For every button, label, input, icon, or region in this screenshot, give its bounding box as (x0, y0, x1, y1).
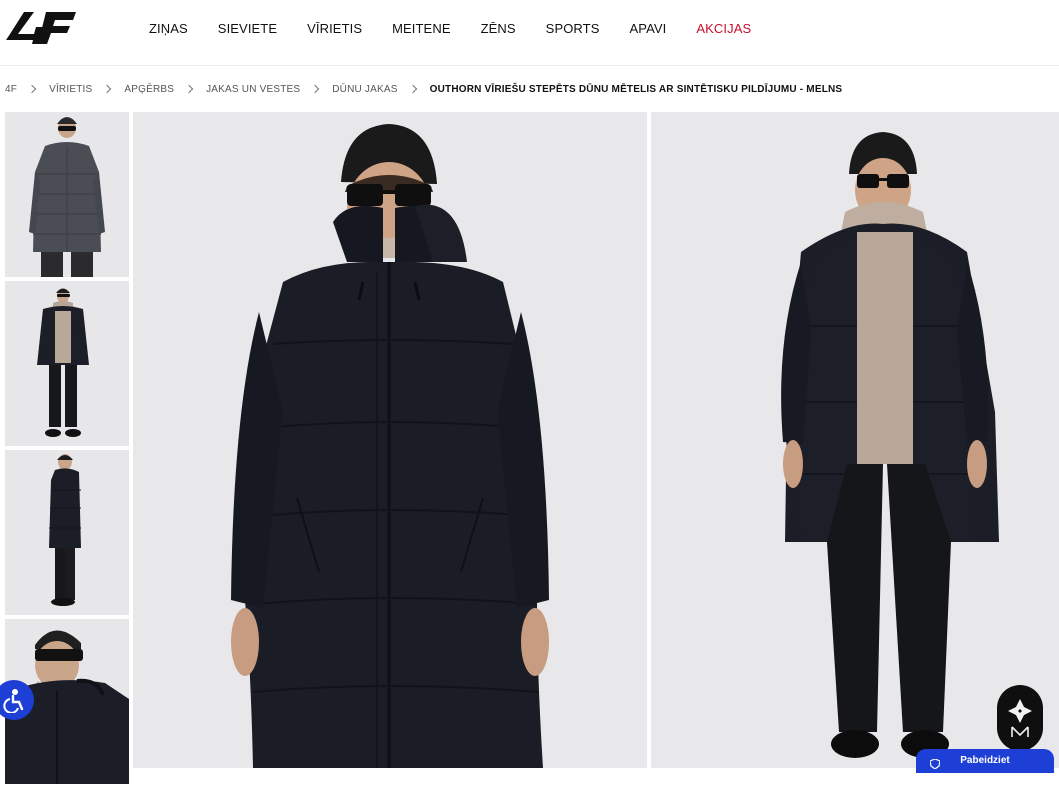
nav-item-akcijas[interactable]: AKCIJAS (696, 21, 751, 36)
coat-front-photo-icon (133, 112, 647, 768)
accessibility-icon (3, 689, 24, 713)
site-header: ZIŅAS SIEVIETE VĪRIETIS MEITENE ZĒNS SPO… (0, 0, 1059, 66)
nav-item-apavi[interactable]: APAVI (630, 21, 667, 36)
nav-item-zens[interactable]: ZĒNS (481, 21, 516, 36)
breadcrumb-item-dunu-jakas[interactable]: DŪNU JAKAS (332, 84, 397, 95)
coat-front-image-icon (5, 112, 129, 277)
product-photo-front[interactable] (133, 112, 647, 768)
nav-item-zinas[interactable]: ZIŅAS (149, 21, 188, 36)
chevron-right-icon (184, 84, 194, 94)
breadcrumb: 4F VĪRIETIS APĢĒRBS JAKAS UN VESTES DŪNU… (5, 80, 842, 98)
brand-widget-icon (1008, 699, 1032, 737)
chevron-right-icon (27, 84, 37, 94)
chevron-right-icon (103, 84, 112, 94)
brand-logo[interactable] (4, 10, 76, 46)
nav-item-meitene[interactable]: MEITENE (392, 21, 450, 36)
main-navigation: ZIŅAS SIEVIETE VĪRIETIS MEITENE ZĒNS SPO… (149, 0, 781, 57)
chevron-right-icon (408, 84, 417, 94)
finish-label: Pabeidziet (960, 755, 1010, 766)
breadcrumb-item-jakas[interactable]: JAKAS UN VESTES (206, 84, 300, 95)
coat-full-body-photo-icon (651, 112, 1059, 768)
breadcrumb-item-home[interactable]: 4F (5, 84, 17, 95)
coat-side-image-icon (5, 450, 129, 615)
chevron-right-icon (311, 84, 320, 94)
breadcrumb-item-apgerbs[interactable]: APĢĒRBS (124, 84, 174, 95)
breadcrumb-current: OUTHORN VĪRIEŠU STEPĒTS DŪNU MĒTELIS AR … (429, 83, 843, 95)
floating-widget-button[interactable] (997, 685, 1043, 751)
coat-full-body-image-icon (5, 281, 129, 446)
product-thumbnail-front[interactable] (5, 112, 129, 277)
finish-button[interactable]: Pabeidziet (916, 749, 1054, 773)
4f-logo-icon (6, 12, 76, 44)
product-photo-full-body[interactable] (651, 112, 1059, 768)
product-thumbnail-full-body[interactable] (5, 281, 129, 446)
nav-item-sieviete[interactable]: SIEVIETE (218, 21, 277, 36)
product-thumbnail-side[interactable] (5, 450, 129, 615)
nav-item-sports[interactable]: SPORTS (546, 21, 600, 36)
nav-item-virietis[interactable]: VĪRIETIS (307, 21, 362, 36)
breadcrumb-item-virietis[interactable]: VĪRIETIS (49, 84, 92, 95)
